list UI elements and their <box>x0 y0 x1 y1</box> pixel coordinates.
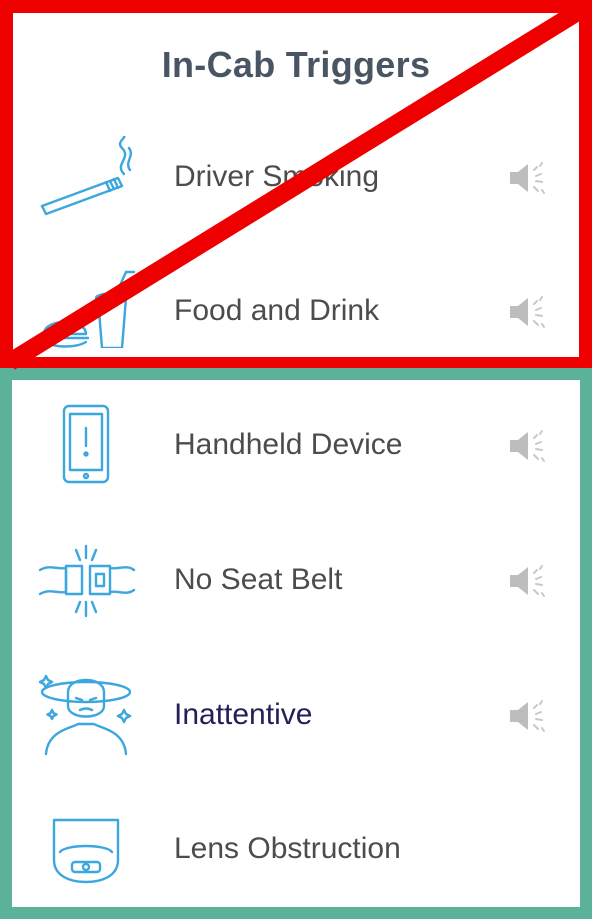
camera-lens-icon <box>36 810 136 890</box>
trigger-label-driver-smoking: Driver Smoking <box>174 160 380 193</box>
speaker-icon[interactable] <box>506 424 550 468</box>
phone-icon <box>36 404 136 484</box>
speaker-icon[interactable] <box>506 156 550 200</box>
trigger-label-no-seat-belt: No Seat Belt <box>174 563 343 596</box>
food-drink-icon <box>36 268 136 350</box>
trigger-label-inattentive: Inattentive <box>174 698 313 731</box>
trigger-label-handheld-device: Handheld Device <box>174 428 403 461</box>
speaker-icon[interactable] <box>506 694 550 738</box>
speaker-icon[interactable] <box>506 290 550 334</box>
page-title: In-Cab Triggers <box>161 44 431 85</box>
cigarette-icon <box>36 134 136 216</box>
speaker-icon[interactable] <box>506 559 550 603</box>
dizzy-driver-icon <box>36 670 136 756</box>
seatbelt-icon <box>36 540 136 620</box>
trigger-label-food-and-drink: Food and Drink <box>174 294 380 327</box>
trigger-label-lens-obstruction: Lens Obstruction <box>174 832 401 865</box>
